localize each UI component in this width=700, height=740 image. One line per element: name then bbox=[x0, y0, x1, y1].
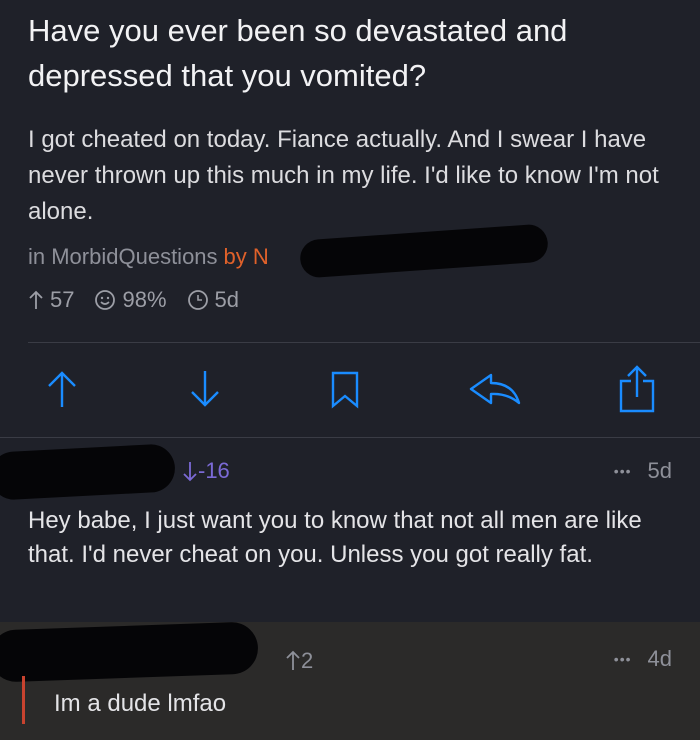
comment: 2 ••• 4d Im a dude lmfao bbox=[0, 621, 700, 740]
reply-button[interactable] bbox=[465, 364, 525, 414]
arrow-up-icon bbox=[48, 371, 76, 407]
reply-icon bbox=[469, 373, 521, 405]
post-age: 5d bbox=[187, 287, 239, 313]
bookmark-icon bbox=[331, 371, 359, 409]
post-action-bar bbox=[0, 356, 700, 426]
post-title[interactable]: Have you ever been so devastated and dep… bbox=[28, 8, 678, 98]
comment-meta: ••• 4d bbox=[614, 646, 672, 672]
comment-age: 5d bbox=[647, 458, 672, 483]
comment-meta: ••• 5d bbox=[614, 458, 672, 484]
comment-score: 2 bbox=[285, 648, 313, 674]
subreddit-link[interactable]: in MorbidQuestions bbox=[28, 244, 218, 269]
comment-text: Im a dude lmfao bbox=[54, 690, 227, 717]
divider bbox=[28, 342, 700, 343]
redaction bbox=[298, 223, 550, 279]
highlight-bar bbox=[22, 676, 25, 724]
clock-icon bbox=[187, 290, 208, 310]
redaction bbox=[0, 621, 259, 683]
post-stats: 57 98% 5d bbox=[28, 287, 259, 313]
redaction bbox=[0, 443, 177, 501]
arrow-down-icon bbox=[191, 371, 219, 407]
smiley-icon bbox=[95, 290, 116, 310]
upvote-ratio: 98% bbox=[94, 287, 167, 313]
post: Have you ever been so devastated and dep… bbox=[0, 0, 700, 437]
more-options-button[interactable]: ••• bbox=[614, 651, 632, 667]
save-button[interactable] bbox=[320, 364, 370, 414]
comment-age: 4d bbox=[647, 646, 672, 671]
downvote-button[interactable] bbox=[180, 364, 230, 414]
arrow-down-icon bbox=[183, 462, 197, 482]
comment-score: -16 bbox=[182, 458, 230, 484]
arrow-up-icon bbox=[286, 650, 300, 670]
author-link[interactable]: by N bbox=[224, 244, 269, 269]
upvote-count: 57 bbox=[28, 287, 74, 313]
comment-text: Hey babe, I just want you to know that n… bbox=[28, 507, 642, 568]
arrow-up-icon bbox=[29, 290, 43, 309]
share-button[interactable] bbox=[612, 364, 662, 414]
post-body: I got cheated on today. Fiance actually.… bbox=[28, 126, 659, 225]
more-options-button[interactable]: ••• bbox=[614, 463, 632, 479]
post-meta: in MorbidQuestions by N bbox=[28, 244, 269, 270]
comment: -16 ••• 5d Hey babe, I just want you to … bbox=[0, 438, 700, 622]
upvote-button[interactable] bbox=[37, 364, 87, 414]
share-icon bbox=[619, 365, 655, 413]
